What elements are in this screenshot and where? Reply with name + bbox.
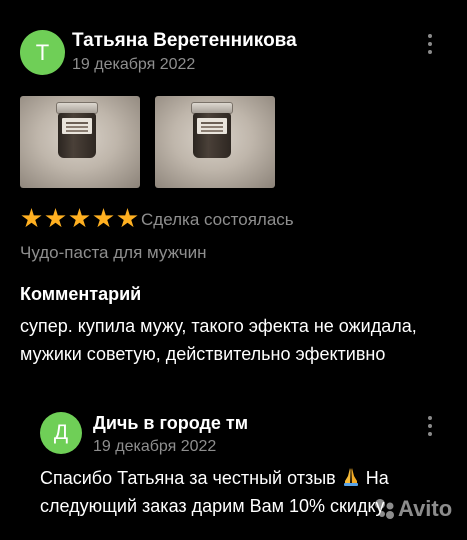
review-date: 19 декабря 2022 xyxy=(72,56,196,73)
star-icon xyxy=(69,208,90,228)
seller-avatar-letter: Д xyxy=(53,421,69,444)
review-photo-2[interactable] xyxy=(155,96,275,188)
watermark-text: Avito xyxy=(398,496,453,521)
rating-stars xyxy=(21,208,138,229)
folded-hands-icon xyxy=(343,468,358,486)
star-icon xyxy=(45,208,66,228)
avito-watermark: Avito xyxy=(374,496,452,522)
seller-avatar[interactable]: Д xyxy=(40,412,82,454)
review-photo-1[interactable] xyxy=(20,96,140,188)
deal-status: Сделка состоялась xyxy=(141,210,294,229)
jar-image xyxy=(56,102,98,158)
comment-text: супер. купила мужу, такого эфекта не ожи… xyxy=(20,316,417,364)
jar-image xyxy=(191,102,233,158)
reply-more-menu-icon[interactable] xyxy=(426,416,434,436)
product-name[interactable]: Чудо-паста для мужчин xyxy=(20,243,207,263)
reply-date: 19 декабря 2022 xyxy=(93,438,217,455)
star-icon xyxy=(21,208,42,228)
reply-text-part-1: Спасибо Татьяна за честный отзыв xyxy=(40,468,341,488)
star-icon xyxy=(93,208,114,228)
reviewer-name[interactable]: Татьяна Веретенникова xyxy=(72,30,297,52)
review-more-menu-icon[interactable] xyxy=(426,34,434,54)
reviewer-avatar-letter: Т xyxy=(35,39,50,65)
star-icon xyxy=(117,208,138,228)
avito-logo-icon xyxy=(375,499,394,519)
comment-heading: Комментарий xyxy=(20,284,142,304)
seller-name[interactable]: Дичь в городе тм xyxy=(93,413,248,434)
reviewer-avatar[interactable]: Т xyxy=(20,30,65,75)
